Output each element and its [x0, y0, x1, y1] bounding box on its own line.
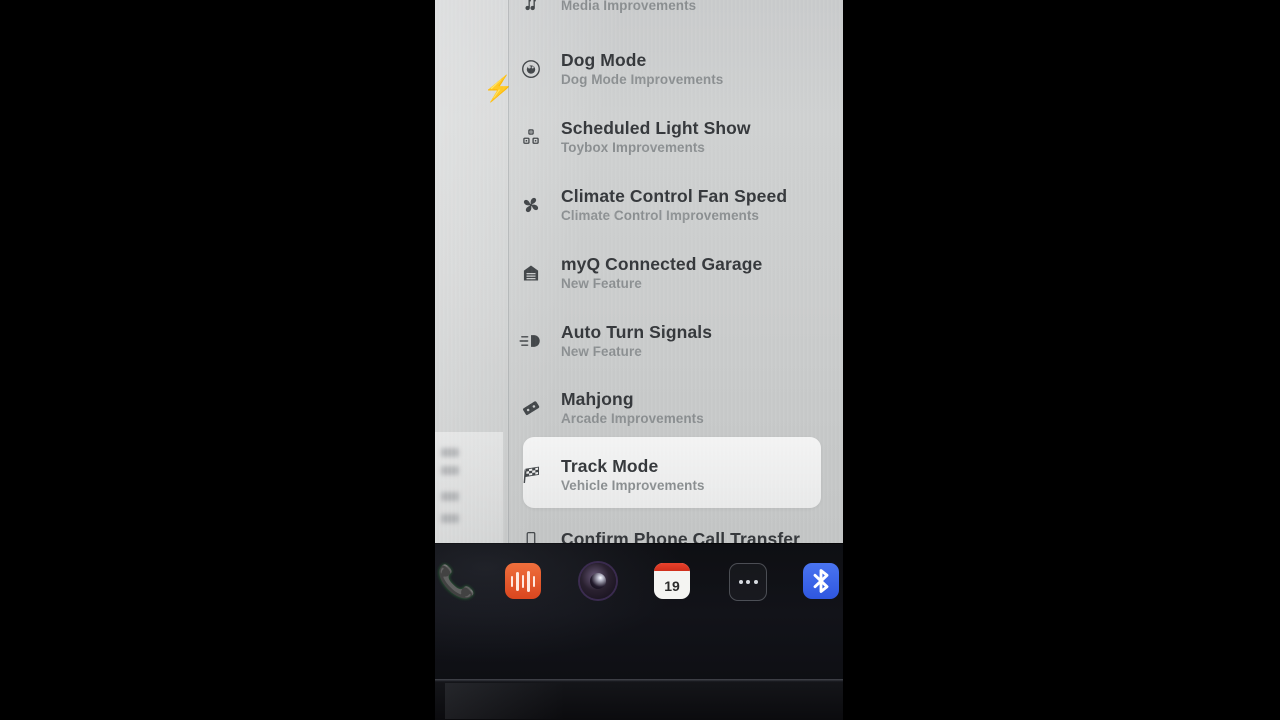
- screenshot-canvas: ⚡ Media Improvements Dog Mode Dog Mode I…: [0, 0, 1280, 720]
- light-show-cubes-icon: [509, 120, 553, 154]
- list-item-subtitle: Climate Control Improvements: [561, 208, 759, 223]
- camera-app[interactable]: [580, 563, 616, 599]
- list-item[interactable]: Auto Turn Signals New Feature: [509, 322, 843, 360]
- list-item-subtitle: Dog Mode Improvements: [561, 72, 724, 87]
- more-apps-button[interactable]: [729, 563, 767, 601]
- bluetooth-icon: ♦: [803, 563, 839, 599]
- list-item-subtitle: Vehicle Improvements: [561, 478, 705, 493]
- list-item[interactable]: Scheduled Light Show Toybox Improvements: [509, 118, 843, 156]
- list-item[interactable]: Mahjong Arcade Improvements: [509, 389, 843, 427]
- dog-paw-circle-icon: [509, 52, 553, 86]
- release-notes-panel: ⚡ Media Improvements Dog Mode Dog Mode I…: [435, 0, 843, 543]
- list-item-subtitle: Toybox Improvements: [561, 140, 705, 155]
- phone-handset-icon: 📞: [437, 564, 476, 599]
- app-dock: 📞 19: [435, 563, 843, 607]
- list-item[interactable]: Media Improvements: [509, 0, 843, 22]
- list-item-title: Mahjong: [561, 389, 634, 409]
- list-item-subtitle: New Feature: [561, 344, 642, 359]
- waveform-icon: [505, 563, 541, 599]
- list-item-title: Auto Turn Signals: [561, 322, 713, 342]
- list-item-title: myQ Connected Garage: [561, 254, 763, 274]
- list-item-subtitle: New Feature: [561, 276, 642, 291]
- checkered-flag-icon: [509, 458, 553, 492]
- phone-transfer-icon: [509, 522, 553, 543]
- fan-icon: [509, 188, 553, 222]
- turn-signal-lamp-icon: [509, 324, 553, 358]
- release-notes-list[interactable]: Media Improvements Dog Mode Dog Mode Imp…: [509, 0, 843, 543]
- below-bezel-glow: [445, 683, 565, 719]
- list-item[interactable]: Climate Control Fan Speed Climate Contro…: [509, 186, 843, 224]
- left-nav-column: ⚡: [435, 0, 515, 543]
- list-item[interactable]: Dog Mode Dog Mode Improvements: [509, 50, 843, 88]
- phone-app[interactable]: 📞: [437, 564, 476, 599]
- dock-region: 📞 19: [435, 543, 843, 720]
- music-notes-icon: [509, 0, 553, 22]
- list-item-title: Track Mode: [561, 456, 659, 476]
- list-item-title: Scheduled Light Show: [561, 118, 751, 138]
- list-item[interactable]: Confirm Phone Call Transfer: [509, 522, 843, 543]
- list-item-title: Dog Mode: [561, 50, 647, 70]
- glass-reflection-smudge: [435, 432, 503, 543]
- ellipsis-icon: [729, 563, 767, 601]
- list-item-title: Climate Control Fan Speed: [561, 186, 788, 206]
- list-item-subtitle: Media Improvements: [561, 0, 697, 13]
- calendar-day-number: 19: [664, 577, 680, 594]
- voice-memos-app[interactable]: [505, 563, 541, 599]
- list-item-title: Confirm Phone Call Transfer: [561, 528, 800, 544]
- vehicle-touchscreen: ⚡ Media Improvements Dog Mode Dog Mode I…: [435, 0, 843, 720]
- mahjong-tile-icon: [509, 391, 553, 425]
- list-item[interactable]: myQ Connected Garage New Feature: [509, 254, 843, 292]
- letterbox-bar-right: [843, 0, 1280, 720]
- camera-lens-icon: [580, 563, 616, 599]
- calendar-icon: 19: [654, 563, 690, 599]
- letterbox-bar-left: [0, 0, 435, 720]
- calendar-app[interactable]: 19: [654, 563, 690, 599]
- list-item-subtitle: Arcade Improvements: [561, 411, 704, 426]
- bluetooth-toggle[interactable]: ♦: [803, 563, 839, 599]
- garage-door-icon: [509, 256, 553, 290]
- lightning-bolt-icon: ⚡: [483, 75, 515, 103]
- list-item-track-mode[interactable]: Track Mode Vehicle Improvements: [509, 456, 843, 494]
